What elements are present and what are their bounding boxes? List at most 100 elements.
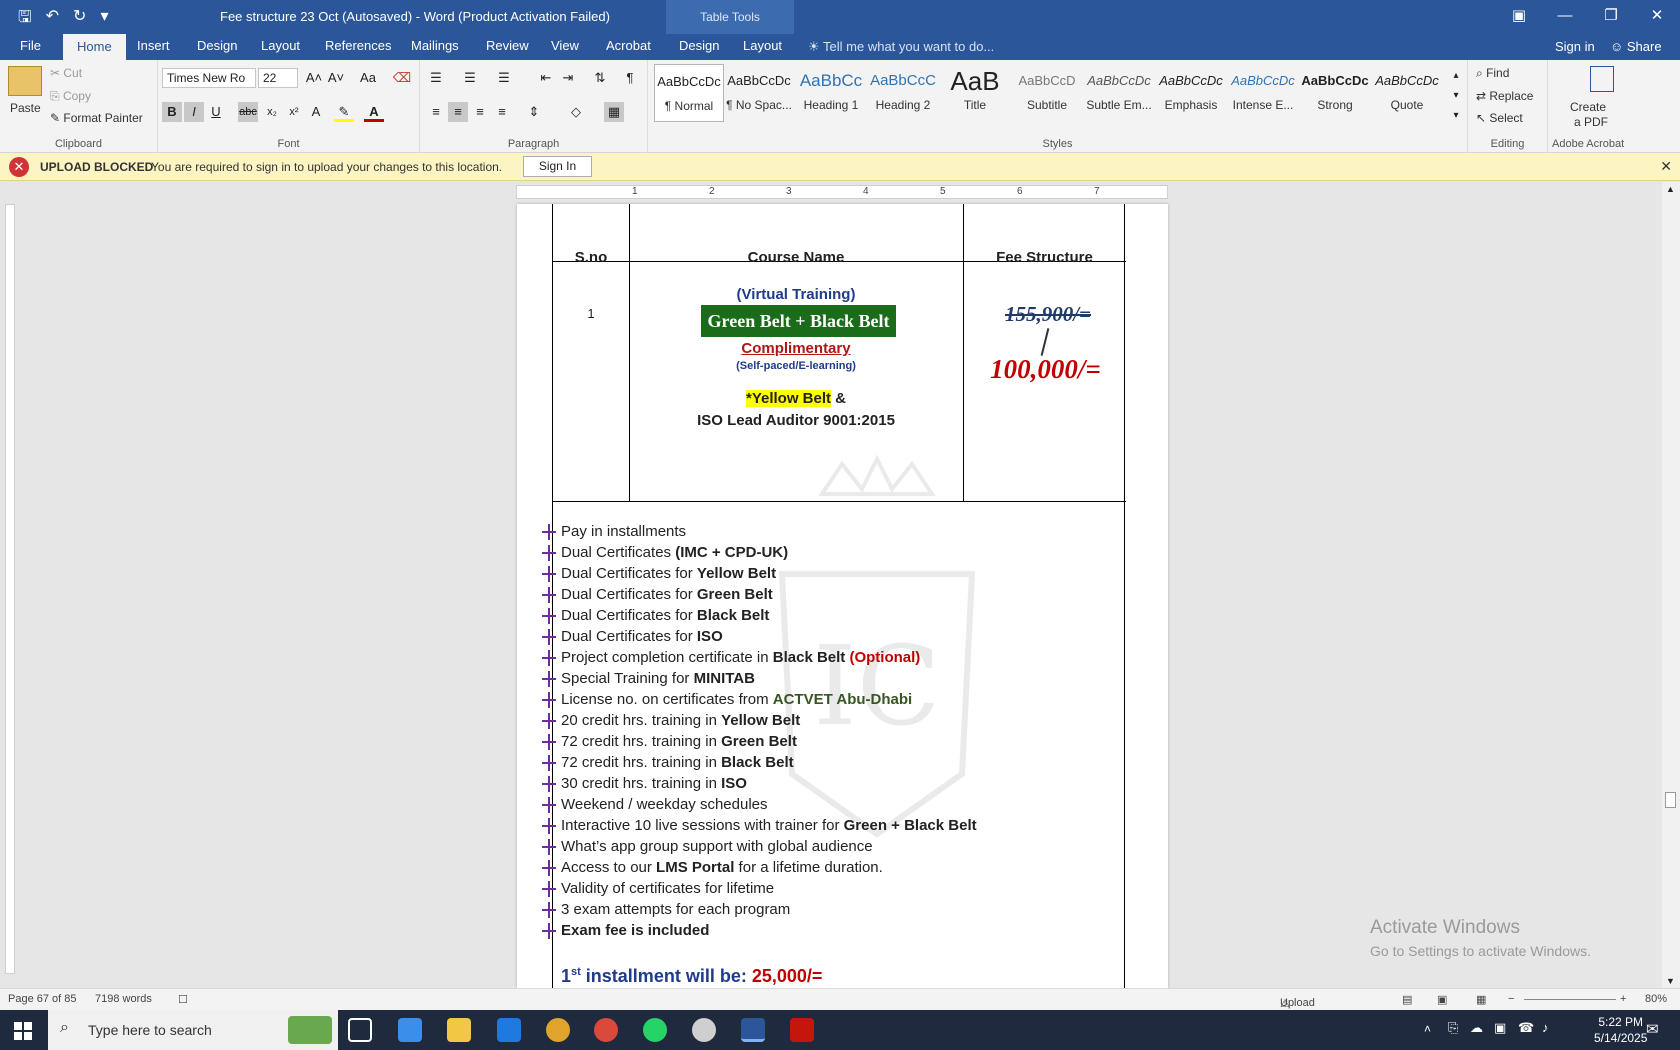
pdf-icon[interactable] xyxy=(1590,66,1614,92)
tray-app-icon[interactable]: ⎘ xyxy=(1448,1020,1458,1036)
tab-acrobat[interactable]: Acrobat xyxy=(606,38,651,53)
style-heading-2[interactable]: AaBbCcC Heading 2 xyxy=(868,64,938,122)
paste-icon[interactable] xyxy=(8,66,42,96)
acrobat-icon[interactable] xyxy=(790,1018,814,1042)
align-center-icon[interactable]: ≡ xyxy=(448,102,468,122)
format-painter-button[interactable]: ✎ Format Painter xyxy=(50,111,143,125)
copilot-icon[interactable] xyxy=(398,1018,422,1042)
style-title[interactable]: AaB Title xyxy=(940,64,1010,122)
tab-table-design[interactable]: Design xyxy=(679,38,719,53)
share-button[interactable]: ☺ Share xyxy=(1610,39,1662,54)
cut-button[interactable]: ✂ Cut xyxy=(50,66,82,80)
styles-more-icon[interactable]: ▾ xyxy=(1446,106,1466,126)
font-size-combo[interactable]: 22 xyxy=(258,68,298,88)
text-effects-icon[interactable]: A xyxy=(306,102,326,122)
multilevel-list-icon[interactable]: ☰ xyxy=(494,68,514,88)
customize-qat-icon[interactable]: ▾ xyxy=(100,6,108,33)
tab-home[interactable]: Home xyxy=(63,34,126,60)
scroll-down-icon[interactable]: ▼ xyxy=(1666,976,1675,986)
taskbar-search[interactable]: ⌕ Type here to search xyxy=(48,1010,338,1050)
scroll-thumb[interactable] xyxy=(1665,792,1676,808)
message-sign-in-button[interactable]: Sign In xyxy=(523,156,592,177)
tray-device-icon[interactable]: ▣ xyxy=(1494,1020,1506,1036)
shrink-font-icon[interactable]: A˅ xyxy=(326,68,346,88)
page-count[interactable]: Page 67 of 85 xyxy=(8,993,77,1005)
print-layout-icon[interactable]: ▣ xyxy=(1437,993,1447,1006)
vertical-scrollbar[interactable]: ▲ ▼ xyxy=(1662,182,1680,988)
styles-scroll-up-icon[interactable]: ▴ xyxy=(1446,66,1466,86)
read-mode-icon[interactable]: ▤ xyxy=(1402,993,1412,1006)
copy-button[interactable]: ⎘ Copy xyxy=(50,89,91,104)
italic-icon[interactable]: I xyxy=(184,102,204,122)
tab-review[interactable]: Review xyxy=(486,38,529,53)
proofing-icon[interactable]: ☐ xyxy=(178,993,188,1006)
find-button[interactable]: ⌕ Find xyxy=(1476,66,1509,81)
bold-icon[interactable]: B xyxy=(162,102,182,122)
tray-overflow-icon[interactable]: ˄ xyxy=(1424,1022,1431,1036)
style-subtle-emphasis[interactable]: AaBbCcDc Subtle Em... xyxy=(1084,64,1154,122)
styles-scroll-down-icon[interactable]: ▾ xyxy=(1446,86,1466,106)
ribbon-display-icon[interactable]: ▣ xyxy=(1496,0,1542,34)
app-icon[interactable] xyxy=(497,1018,521,1042)
font-name-combo[interactable]: Times New Ro xyxy=(162,68,256,88)
scroll-up-icon[interactable]: ▲ xyxy=(1666,184,1675,194)
style-no-spacing[interactable]: AaBbCcDc ¶ No Spac... xyxy=(724,64,794,122)
create-pdf-line1[interactable]: Create xyxy=(1570,100,1606,114)
chrome-profile-icon[interactable] xyxy=(594,1018,618,1042)
tab-mailings[interactable]: Mailings xyxy=(411,38,459,53)
bullets-icon[interactable]: ☰ xyxy=(426,68,446,88)
numbering-icon[interactable]: ☰ xyxy=(460,68,480,88)
style-quote[interactable]: AaBbCcDc Quote xyxy=(1372,64,1442,122)
notifications-icon[interactable]: ✉ xyxy=(1646,1020,1659,1038)
restore-icon[interactable]: ❐ xyxy=(1588,0,1634,34)
tab-insert[interactable]: Insert xyxy=(137,38,170,53)
message-close-icon[interactable]: ✕ xyxy=(1660,158,1672,175)
tab-design[interactable]: Design xyxy=(197,38,237,53)
sign-in-link[interactable]: Sign in xyxy=(1555,39,1595,54)
align-right-icon[interactable]: ≡ xyxy=(470,102,490,122)
zoom-slider[interactable] xyxy=(1524,999,1616,1000)
horizontal-ruler[interactable]: 1 2 3 4 5 6 7 xyxy=(516,185,1168,199)
shading-icon[interactable]: ◇ xyxy=(566,102,586,122)
line-spacing-icon[interactable]: ⇕ xyxy=(524,102,544,122)
sort-icon[interactable]: ⇅ xyxy=(590,68,610,88)
style-strong[interactable]: AaBbCcDc Strong xyxy=(1300,64,1370,122)
style-intense-emphasis[interactable]: AaBbCcDc Intense E... xyxy=(1228,64,1298,122)
show-formatting-icon[interactable]: ¶ xyxy=(620,68,640,88)
word-icon[interactable] xyxy=(741,1018,765,1042)
file-explorer-icon[interactable] xyxy=(447,1018,471,1042)
save-icon[interactable]: 🖫 xyxy=(18,6,32,33)
tab-table-layout[interactable]: Layout xyxy=(743,38,782,53)
zoom-in-icon[interactable]: + xyxy=(1620,993,1626,1005)
style-heading-1[interactable]: AaBbCc Heading 1 xyxy=(796,64,866,122)
task-view-icon[interactable] xyxy=(348,1018,372,1042)
paste-button[interactable]: Paste xyxy=(10,101,41,115)
align-left-icon[interactable]: ≡ xyxy=(426,102,446,122)
clock-app-icon[interactable] xyxy=(692,1018,716,1042)
underline-icon[interactable]: U xyxy=(206,102,226,122)
tab-references[interactable]: References xyxy=(325,38,391,53)
subscript-icon[interactable]: x₂ xyxy=(262,102,282,122)
windows-start-icon[interactable] xyxy=(0,1010,46,1050)
chrome-icon[interactable] xyxy=(546,1018,570,1042)
tab-layout[interactable]: Layout xyxy=(261,38,300,53)
word-count[interactable]: 7198 words xyxy=(95,993,152,1005)
tab-file[interactable]: File xyxy=(20,38,41,53)
grow-font-icon[interactable]: A˄ xyxy=(304,68,324,88)
superscript-icon[interactable]: x² xyxy=(284,102,304,122)
whatsapp-icon[interactable] xyxy=(643,1018,667,1042)
document-page[interactable]: IC S.no Course Name Fee Structure 1 (Vir… xyxy=(517,204,1168,988)
redo-icon[interactable]: ↻ xyxy=(73,6,86,33)
undo-icon[interactable]: ↶ xyxy=(46,6,59,33)
style-emphasis[interactable]: AaBbCcDc Emphasis xyxy=(1156,64,1226,122)
style-normal[interactable]: AaBbCcDc ¶ Normal xyxy=(654,64,724,122)
volume-icon[interactable]: ♪ xyxy=(1542,1020,1549,1035)
increase-indent-icon[interactable]: ⇥ xyxy=(558,68,578,88)
justify-icon[interactable]: ≡ xyxy=(492,102,512,122)
highlight-icon[interactable]: ✎ xyxy=(334,102,354,122)
select-button[interactable]: ↖ Select xyxy=(1476,111,1523,125)
change-case-icon[interactable]: Aa xyxy=(354,68,382,88)
onedrive-icon[interactable]: ☁ xyxy=(1470,1020,1483,1036)
minimize-icon[interactable]: — xyxy=(1542,0,1588,34)
clear-formatting-icon[interactable]: ⌫ xyxy=(392,68,412,88)
